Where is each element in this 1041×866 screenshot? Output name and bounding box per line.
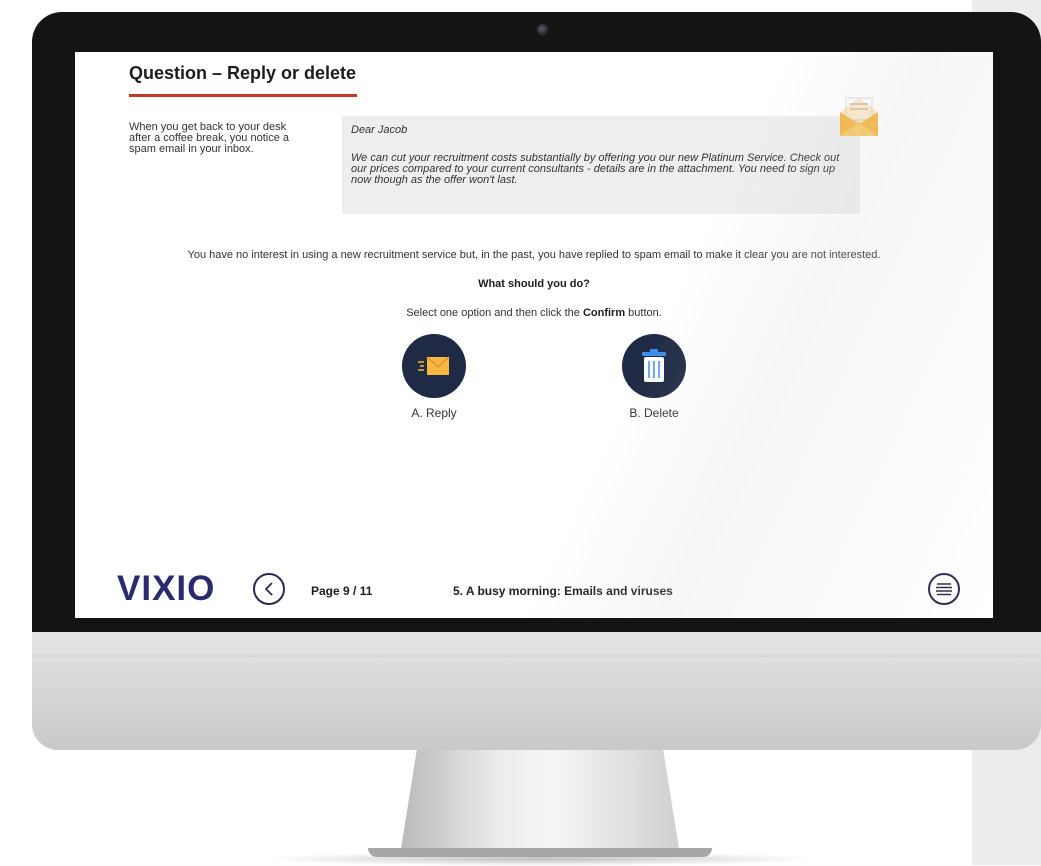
instruction-part: button. bbox=[628, 307, 662, 319]
stand-base bbox=[368, 848, 712, 857]
page-indicator: Page 9 / 11 bbox=[311, 584, 373, 598]
scenario-text: You have no interest in using a new recr… bbox=[187, 249, 881, 261]
confirm-keyword: Confirm bbox=[582, 307, 626, 319]
monitor-stand bbox=[400, 750, 680, 855]
option-reply-label[interactable]: A. Reply bbox=[384, 406, 484, 420]
vixio-logo: VIXIO bbox=[117, 569, 215, 609]
email-greeting: Dear Jacob bbox=[351, 124, 408, 136]
back-button[interactable] bbox=[253, 573, 285, 605]
option-delete[interactable]: B. Delete bbox=[604, 334, 704, 420]
open-envelope-icon bbox=[840, 97, 878, 136]
email-preview: Dear Jacob We can cut your recruitment c… bbox=[342, 116, 860, 214]
menu-button[interactable] bbox=[928, 573, 960, 605]
instruction-part: Select one option and then click the bbox=[406, 307, 580, 319]
page-title: Question – Reply or delete bbox=[129, 63, 357, 83]
trash-icon bbox=[642, 349, 666, 382]
title-underline bbox=[129, 94, 357, 97]
envelope-send-icon bbox=[418, 356, 450, 375]
logo-text: VIXIO bbox=[117, 569, 216, 608]
question-text: What should you do? bbox=[478, 278, 590, 290]
option-reply-circle[interactable] bbox=[402, 334, 466, 398]
menu-icon bbox=[936, 583, 952, 596]
intro-text: When you get back to your desk after a c… bbox=[129, 121, 290, 155]
screen: Question – Reply or delete When you get … bbox=[75, 52, 993, 618]
option-reply[interactable]: A. Reply bbox=[384, 334, 484, 420]
monitor-divider bbox=[32, 655, 1041, 657]
chevron-left-icon bbox=[264, 582, 273, 596]
footer: VIXIO Page 9 / 11 5. A busy morning: Ema… bbox=[75, 567, 993, 612]
camera-icon bbox=[537, 24, 549, 36]
monitor-chin bbox=[32, 632, 1041, 750]
instruction-text: Select one option and then click the Con… bbox=[75, 307, 993, 319]
email-body: We can cut your recruitment costs substa… bbox=[351, 152, 840, 186]
option-delete-circle[interactable] bbox=[622, 334, 686, 398]
option-delete-label[interactable]: B. Delete bbox=[604, 406, 704, 420]
section-title: 5. A busy morning: Emails and viruses bbox=[453, 584, 673, 598]
